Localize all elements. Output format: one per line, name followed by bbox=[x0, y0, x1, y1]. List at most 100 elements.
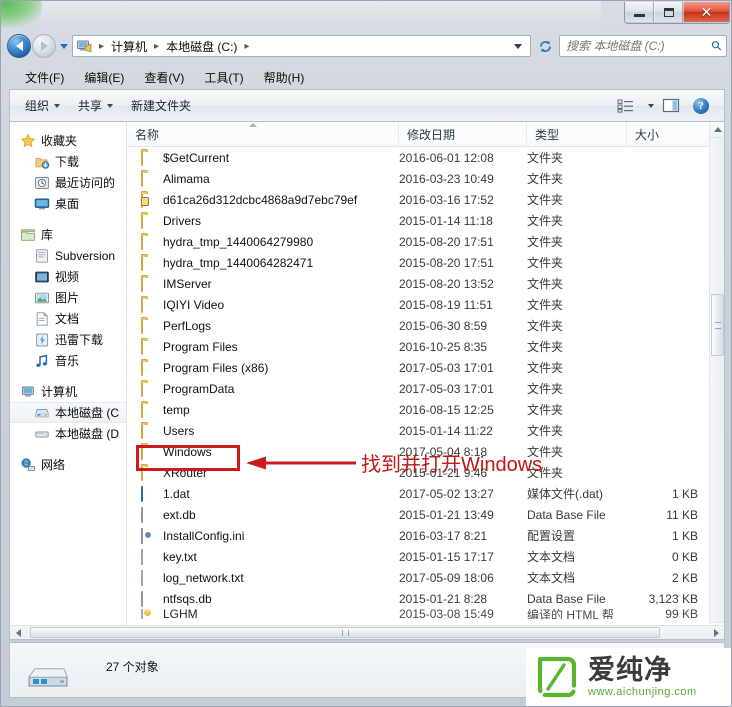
watermark: 爱纯净 www.aichunjing.com bbox=[526, 648, 731, 706]
close-button[interactable]: ✕ bbox=[683, 2, 729, 22]
breadcrumb-separator-1[interactable]: ▸ bbox=[149, 41, 164, 52]
file-name-text: Program Files bbox=[163, 339, 238, 354]
sidebar-item-local-disk-d[interactable]: 本地磁盘 (D bbox=[10, 423, 126, 444]
sidebar-label-network: 网络 bbox=[41, 458, 66, 472]
sidebar-item-documents[interactable]: 文档 bbox=[10, 308, 126, 329]
sidebar-item-local-disk-c[interactable]: 本地磁盘 (C bbox=[10, 402, 126, 423]
breadcrumb-computer[interactable]: 计算机 bbox=[109, 38, 149, 55]
file-name-text: IMServer bbox=[163, 276, 212, 291]
folder-icon bbox=[141, 338, 157, 355]
back-button[interactable] bbox=[7, 34, 31, 58]
breadcrumb-separator-2[interactable]: ▸ bbox=[239, 41, 254, 52]
sidebar-item-computer[interactable]: 计算机 bbox=[10, 381, 126, 402]
sidebar-item-recent-places[interactable]: 最近访问的 bbox=[10, 172, 126, 193]
table-row[interactable]: InstallConfig.ini 2016-03-17 8:21 配置设置 1… bbox=[127, 525, 724, 546]
table-row[interactable]: LGHM 2015-03-08 15:49 编译的 HTML 帮 99 KB bbox=[127, 609, 724, 619]
menu-tools[interactable]: 工具(T) bbox=[194, 67, 253, 88]
table-row[interactable]: log_network.txt 2017-05-09 18:06 文本文档 2 … bbox=[127, 567, 724, 588]
new-folder-button[interactable]: 新建文件夹 bbox=[122, 94, 200, 117]
table-row[interactable]: hydra_tmp_1440064279980 2015-08-20 17:51… bbox=[127, 231, 724, 252]
vertical-scrollbar[interactable] bbox=[709, 122, 724, 638]
sidebar-item-videos[interactable]: 视频 bbox=[10, 266, 126, 287]
organize-label: 组织 bbox=[25, 99, 50, 113]
table-row[interactable]: PerfLogs 2015-06-30 8:59 文件夹 bbox=[127, 315, 724, 336]
sidebar-item-music[interactable]: 音乐 bbox=[10, 350, 126, 371]
table-row[interactable]: $GetCurrent 2016-06-01 12:08 文件夹 bbox=[127, 147, 724, 168]
change-view-button[interactable] bbox=[613, 95, 639, 117]
horizontal-scrollbar-thumb[interactable] bbox=[30, 627, 660, 638]
sidebar-item-subversion[interactable]: Subversion bbox=[10, 245, 126, 266]
table-row[interactable]: 1.dat 2017-05-02 13:27 媒体文件(.dat) 1 KB bbox=[127, 483, 724, 504]
maximize-icon bbox=[663, 7, 674, 17]
file-name-cell: Program Files (x86) bbox=[127, 359, 399, 376]
table-row[interactable]: Program Files 2016-10-25 8:35 文件夹 bbox=[127, 336, 724, 357]
file-rows-container[interactable]: $GetCurrent 2016-06-01 12:08 文件夹 Alimama… bbox=[127, 147, 724, 638]
menu-help[interactable]: 帮助(H) bbox=[254, 67, 315, 88]
forward-button[interactable] bbox=[32, 34, 56, 58]
file-type-cell: 媒体文件(.dat) bbox=[527, 487, 604, 501]
column-header-name[interactable]: 名称 bbox=[127, 122, 399, 146]
file-type-cell: 文件夹 bbox=[527, 151, 564, 165]
file-name-cell: ProgramData bbox=[127, 380, 399, 397]
address-bar[interactable]: ▸ 计算机 ▸ 本地磁盘 (C:) ▸ bbox=[72, 35, 531, 57]
file-date-cell: 2015-08-20 13:52 bbox=[399, 276, 494, 291]
table-row-windows[interactable]: Windows 2017-05-04 8:18 文件夹 bbox=[127, 441, 724, 462]
column-header-type[interactable]: 类型 bbox=[527, 122, 627, 146]
scroll-left-button[interactable] bbox=[10, 626, 26, 639]
file-name-cell: ext.db bbox=[127, 506, 399, 523]
menu-edit[interactable]: 编辑(E) bbox=[74, 67, 134, 88]
file-type-cell: 文件夹 bbox=[527, 445, 564, 459]
search-input[interactable] bbox=[564, 38, 713, 54]
explorer-content: 收藏夹 下载 最近访问的 桌面 库 Subversion 视频 图片 文档 迅雷… bbox=[9, 121, 725, 639]
scroll-up-button[interactable] bbox=[710, 122, 724, 138]
address-dropdown-icon[interactable] bbox=[514, 43, 522, 49]
help-button[interactable]: ? bbox=[688, 95, 714, 117]
column-header-size[interactable]: 大小 bbox=[627, 122, 712, 146]
table-row[interactable]: XRouter 2015-01-21 9:46 文件夹 bbox=[127, 462, 724, 483]
sidebar-item-thunder-download[interactable]: 迅雷下载 bbox=[10, 329, 126, 350]
share-button[interactable]: 共享 bbox=[69, 94, 122, 117]
computer-crumb-icon bbox=[76, 39, 92, 54]
table-row[interactable]: Users 2015-01-14 11:22 文件夹 bbox=[127, 420, 724, 441]
table-row[interactable]: IQIYI Video 2015-08-19 11:51 文件夹 bbox=[127, 294, 724, 315]
chevron-up-icon bbox=[713, 127, 722, 132]
table-row[interactable]: key.txt 2015-01-15 17:17 文本文档 0 KB bbox=[127, 546, 724, 567]
sidebar-item-pictures[interactable]: 图片 bbox=[10, 287, 126, 308]
file-name-text: Windows bbox=[163, 444, 212, 459]
maximize-button[interactable] bbox=[654, 2, 683, 22]
sidebar-label-pictures: 图片 bbox=[55, 291, 80, 305]
sidebar-item-network[interactable]: 网络 bbox=[10, 454, 126, 475]
minimize-button[interactable] bbox=[625, 2, 654, 22]
menu-file[interactable]: 文件(F) bbox=[15, 67, 74, 88]
preview-pane-button[interactable] bbox=[658, 95, 684, 117]
file-type-cell: 配置设置 bbox=[527, 529, 576, 543]
table-row[interactable]: ntfsqs.db 2015-01-21 8:28 Data Base File… bbox=[127, 588, 724, 609]
sidebar-item-downloads[interactable]: 下载 bbox=[10, 151, 126, 172]
table-row[interactable]: hydra_tmp_1440064282471 2015-08-20 17:51… bbox=[127, 252, 724, 273]
view-options-chevron-icon[interactable] bbox=[648, 103, 654, 108]
title-bar: ✕ bbox=[1, 1, 732, 27]
column-header-date[interactable]: 修改日期 bbox=[399, 122, 527, 146]
menu-view[interactable]: 查看(V) bbox=[134, 67, 194, 88]
table-row[interactable]: ext.db 2015-01-21 13:49 Data Base File 1… bbox=[127, 504, 724, 525]
vertical-scrollbar-thumb[interactable] bbox=[711, 294, 724, 356]
sidebar-item-desktop[interactable]: 桌面 bbox=[10, 193, 126, 214]
horizontal-scrollbar[interactable] bbox=[9, 625, 725, 640]
breadcrumb-local-disk-c[interactable]: 本地磁盘 (C:) bbox=[164, 38, 239, 55]
table-row[interactable]: Program Files (x86) 2017-05-03 17:01 文件夹 bbox=[127, 357, 724, 378]
table-row[interactable]: Alimama 2016-03-23 10:49 文件夹 bbox=[127, 168, 724, 189]
table-row[interactable]: d61ca26d312dcbc4868a9d7ebc79ef 2016-03-1… bbox=[127, 189, 724, 210]
table-row[interactable]: temp 2016-08-15 12:25 文件夹 bbox=[127, 399, 724, 420]
sidebar-item-libraries[interactable]: 库 bbox=[10, 224, 126, 245]
navigation-pane[interactable]: 收藏夹 下载 最近访问的 桌面 库 Subversion 视频 图片 文档 迅雷… bbox=[10, 122, 127, 638]
search-box[interactable]: ⚲ bbox=[559, 35, 727, 57]
scroll-right-button[interactable] bbox=[708, 626, 724, 639]
table-row[interactable]: Drivers 2015-01-14 11:18 文件夹 bbox=[127, 210, 724, 231]
table-row[interactable]: IMServer 2015-08-20 13:52 文件夹 bbox=[127, 273, 724, 294]
sidebar-item-favorites[interactable]: 收藏夹 bbox=[10, 130, 126, 151]
recent-pages-dropdown-icon[interactable] bbox=[60, 43, 68, 49]
nav-group-network: 网络 bbox=[10, 454, 126, 475]
organize-button[interactable]: 组织 bbox=[16, 94, 69, 117]
table-row[interactable]: ProgramData 2017-05-03 17:01 文件夹 bbox=[127, 378, 724, 399]
refresh-button[interactable] bbox=[534, 35, 556, 57]
